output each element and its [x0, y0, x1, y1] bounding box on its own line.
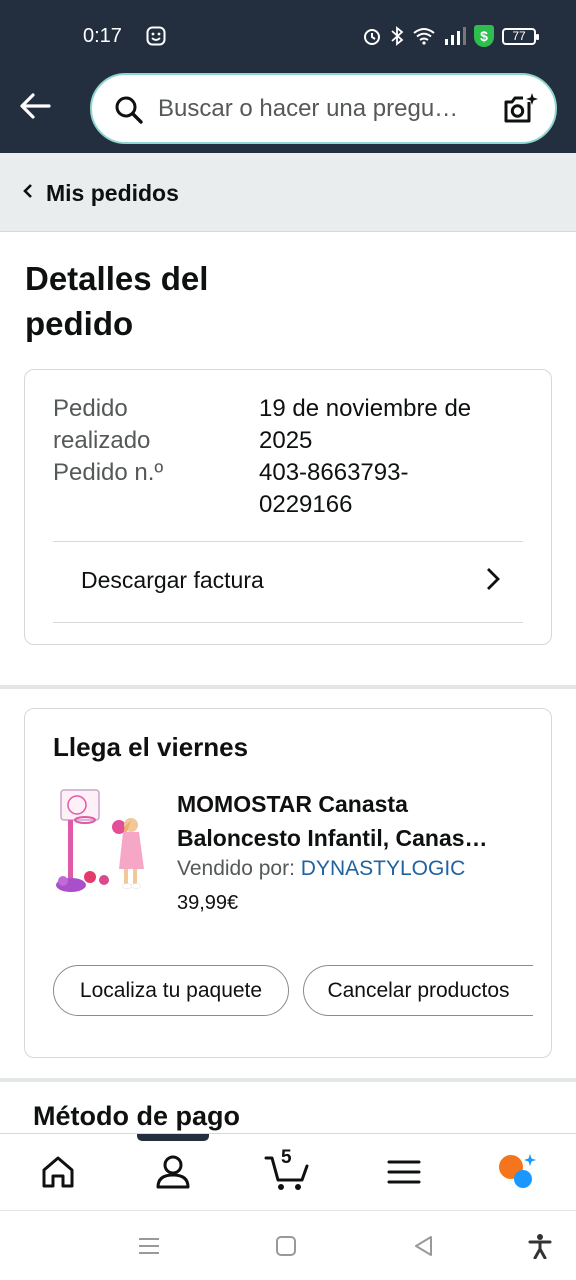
app-root: 0:17 $ 77 Buscar o hacer una pregu… Mis … [0, 0, 576, 1280]
search-input[interactable]: Buscar o hacer una pregu… [158, 95, 488, 123]
chevron-left-icon [23, 184, 32, 198]
order-number-value-1: 403-8663793- [259, 459, 409, 486]
header: 0:17 $ 77 Buscar o hacer una pregu… [0, 0, 576, 153]
vpn-shield-icon: $ [474, 25, 494, 47]
back-system-icon[interactable] [411, 1233, 437, 1259]
order-info-card: Pedido realizado Pedido n.º 19 de noviem… [24, 369, 552, 645]
face-notification-icon [146, 26, 166, 46]
divider [53, 541, 523, 542]
breadcrumb[interactable]: Mis pedidos [0, 153, 576, 232]
track-package-button[interactable]: Localiza tu paquete [53, 965, 289, 1016]
product-title[interactable]: MOMOSTAR Canasta Baloncesto Infantil, Ca… [177, 787, 527, 855]
divider [53, 622, 523, 623]
arrival-heading: Llega el viernes [53, 732, 249, 762]
product-title-line-2[interactable]: Baloncesto Infantil, Canas… [177, 821, 527, 855]
chevron-right-icon[interactable] [485, 566, 501, 592]
wifi-icon [413, 28, 435, 45]
system-nav-bar [0, 1210, 576, 1280]
order-placed-label-1: Pedido [53, 395, 128, 422]
section-separator [0, 1078, 576, 1082]
home-icon[interactable] [38, 1152, 78, 1192]
rufus-assistant-icon[interactable] [496, 1152, 536, 1192]
cancel-items-button[interactable]: Cancelar productos [303, 965, 533, 1016]
battery-icon: 77 [502, 27, 539, 45]
product-title-line-1[interactable]: MOMOSTAR Canasta [177, 787, 527, 821]
back-arrow-icon[interactable] [17, 88, 53, 124]
shipment-card: Llega el viernes MOMOSTAR Canasta Balonc… [24, 708, 552, 1058]
cart-count: 5 [281, 1147, 292, 1168]
payment-method-heading: Método de pago [33, 1101, 240, 1131]
breadcrumb-label[interactable]: Mis pedidos [46, 180, 179, 207]
recent-apps-icon[interactable] [136, 1233, 162, 1259]
bottom-nav: 5 [0, 1133, 576, 1210]
page-title: Detalles del pedido [25, 260, 209, 342]
camera-search-icon[interactable] [503, 91, 539, 127]
menu-icon[interactable] [384, 1152, 424, 1192]
alarm-icon [364, 29, 380, 45]
accessibility-icon[interactable] [527, 1233, 553, 1259]
search-icon [115, 96, 143, 124]
order-date-value-2: 2025 [259, 427, 313, 454]
order-number-label: Pedido n.º [53, 459, 164, 486]
order-number-value-2: 0229166 [259, 491, 353, 518]
download-invoice-link[interactable]: Descargar factura [81, 567, 264, 594]
cart-button[interactable]: 5 [264, 1147, 314, 1192]
bluetooth-icon [391, 26, 404, 46]
product-thumbnail[interactable] [53, 787, 153, 897]
search-bar[interactable]: Buscar o hacer una pregu… [90, 73, 557, 144]
signal-icon [445, 27, 466, 45]
status-icons: $ 77 [362, 25, 539, 47]
account-icon[interactable] [153, 1152, 193, 1192]
seller-info: Vendido por: DYNASTYLOGIC [177, 857, 465, 881]
order-placed-label-2: realizado [53, 427, 151, 454]
status-bar: 0:17 $ 77 [0, 0, 576, 72]
status-time: 0:17 [83, 25, 122, 47]
seller-link[interactable]: DYNASTYLOGIC [301, 857, 466, 880]
product-price: 39,99€ [177, 892, 239, 914]
section-separator [0, 685, 576, 689]
home-system-icon[interactable] [273, 1233, 299, 1259]
seller-prefix: Vendido por: [177, 857, 295, 880]
order-date-value-1: 19 de noviembre de [259, 395, 472, 422]
active-tab-indicator [137, 1134, 209, 1141]
